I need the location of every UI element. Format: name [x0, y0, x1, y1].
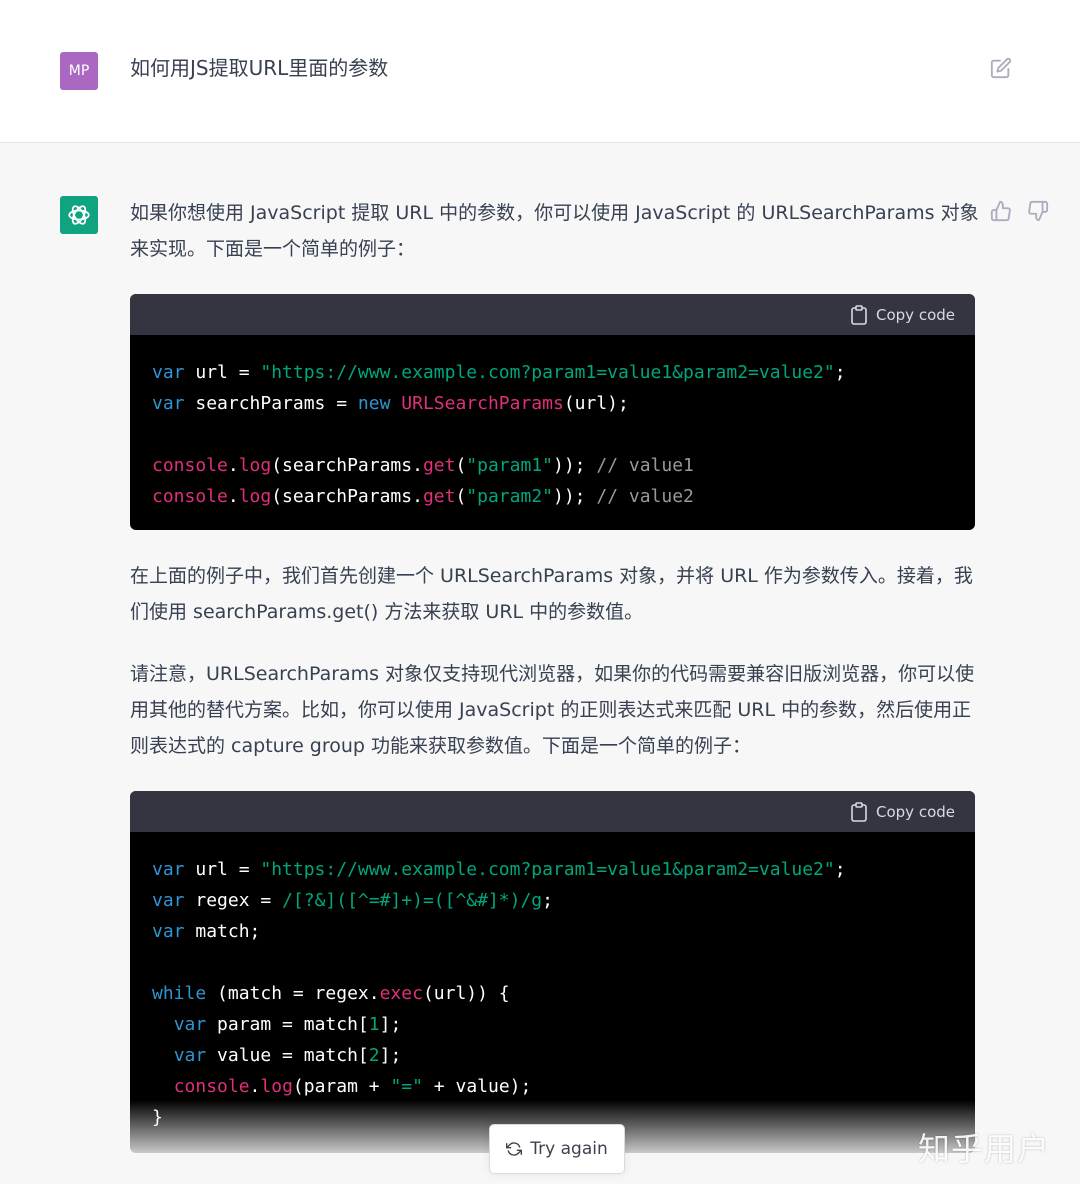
code-text: (match = regex. [206, 983, 380, 1004]
thumbs-down-icon[interactable] [1027, 200, 1049, 222]
code-text: ; [542, 890, 553, 911]
code-string: "https://www.example.com?param1=value1&p… [260, 362, 835, 383]
code-function: console [173, 1076, 250, 1097]
code-text: )); [553, 455, 586, 476]
assistant-alternative-text: 请注意，URLSearchParams 对象仅支持现代浏览器，如果你的代码需要兼… [130, 663, 975, 757]
copy-code-label: Copy code [876, 803, 955, 821]
code-line: var match; [152, 916, 953, 947]
code-keyword: new [357, 393, 391, 414]
code-text: (url); [563, 393, 629, 414]
clipboard-icon [851, 305, 867, 325]
code-function: log [238, 486, 272, 507]
code-keyword: var [152, 859, 185, 880]
clipboard-icon [851, 802, 867, 822]
code-string: "https://www.example.com?param1=value1&p… [260, 859, 835, 880]
code-text: (searchParams. [271, 455, 423, 476]
code-line: var url = "https://www.example.com?param… [152, 854, 953, 885]
code-comment: // value2 [596, 486, 694, 507]
copy-code-label: Copy code [876, 306, 955, 324]
code-text: ( [455, 486, 467, 507]
code-function: log [260, 1076, 293, 1097]
code-text: )); [553, 486, 586, 507]
code-line: var searchParams = new URLSearchParams(u… [152, 388, 953, 419]
code-text: (searchParams. [271, 486, 423, 507]
code-line: var value = match[2]; [152, 1040, 953, 1071]
code-text: regex = [184, 890, 283, 911]
user-avatar: MP [60, 52, 98, 90]
refresh-icon [506, 1142, 523, 1156]
code-block: Copy code var url = "https://www.example… [130, 791, 975, 1153]
code-block-header: Copy code [130, 294, 975, 335]
user-message-text: 如何用JS提取URL里面的参数 [130, 56, 389, 80]
code-line: while (match = regex.exec(url)) { [152, 978, 953, 1009]
code-text: (url)) { [422, 983, 510, 1004]
watermark: 知乎用户 [918, 1130, 1051, 1168]
user-message-row: MP 如何用JS提取URL里面的参数 [0, 0, 1080, 143]
code-comment: // value1 [596, 455, 694, 476]
code-text: . [227, 486, 239, 507]
code-function: exec [379, 983, 423, 1004]
copy-code-button[interactable]: Copy code [850, 303, 955, 327]
code-text: searchParams = [184, 393, 358, 414]
code-text: . [249, 1076, 261, 1097]
code-keyword: while [152, 983, 207, 1004]
code-keyword: var [173, 1014, 207, 1035]
code-text: param = match[ [206, 1014, 369, 1035]
code-function: console [152, 486, 228, 507]
code-block-header: Copy code [130, 791, 975, 832]
code-line: console.log(searchParams.get("param2"));… [152, 481, 953, 512]
code-text: ]; [379, 1014, 402, 1035]
code-keyword: var [152, 921, 185, 942]
code-text: match; [184, 921, 261, 942]
openai-logo-icon [60, 196, 98, 234]
code-text: + value); [422, 1076, 532, 1097]
code-text: ; [834, 362, 846, 383]
code-line: console.log(param + "=" + value); [152, 1071, 953, 1102]
copy-code-button[interactable]: Copy code [850, 800, 955, 824]
edit-icon[interactable] [990, 57, 1012, 79]
code-keyword: var [152, 362, 185, 383]
code-content: var url = "https://www.example.com?param… [130, 335, 975, 530]
code-line: var param = match[1]; [152, 1009, 953, 1040]
code-text: (param + [292, 1076, 391, 1097]
code-text: ( [455, 455, 467, 476]
code-function: console [152, 455, 228, 476]
assistant-intro-text: 如果你想使用 JavaScript 提取 URL 中的参数，你可以使用 Java… [130, 202, 979, 260]
code-string: "param2" [466, 486, 553, 507]
code-string: "param1" [466, 455, 553, 476]
code-string: 2 [368, 1045, 380, 1066]
code-text: . [227, 455, 239, 476]
code-keyword: var [152, 890, 185, 911]
code-string: 1 [368, 1014, 380, 1035]
code-keyword: var [152, 393, 185, 414]
code-text: value = match[ [206, 1045, 369, 1066]
assistant-explanation-text: 在上面的例子中，我们首先创建一个 URLSearchParams 对象，并将 U… [130, 565, 973, 623]
code-text: url = [184, 362, 261, 383]
code-string: /[?&]([^=#]+)=([^&#]*)/g [282, 890, 543, 911]
code-function: URLSearchParams [401, 393, 564, 414]
code-text: url = [184, 859, 261, 880]
thumbs-up-icon[interactable] [990, 200, 1012, 222]
code-line: console.log(searchParams.get("param1"));… [152, 450, 953, 481]
try-again-label: Try again [530, 1139, 608, 1159]
code-line: var url = "https://www.example.com?param… [152, 357, 953, 388]
code-text: ]; [379, 1045, 402, 1066]
code-keyword: var [173, 1045, 207, 1066]
code-block: Copy code var url = "https://www.example… [130, 294, 975, 530]
try-again-button[interactable]: Try again [489, 1124, 625, 1174]
code-line: var regex = /[?&]([^=#]+)=([^&#]*)/g; [152, 885, 953, 916]
code-function: log [238, 455, 272, 476]
code-function: get [422, 486, 456, 507]
code-function: get [422, 455, 456, 476]
code-text: ; [834, 859, 846, 880]
code-string: "=" [390, 1076, 423, 1097]
